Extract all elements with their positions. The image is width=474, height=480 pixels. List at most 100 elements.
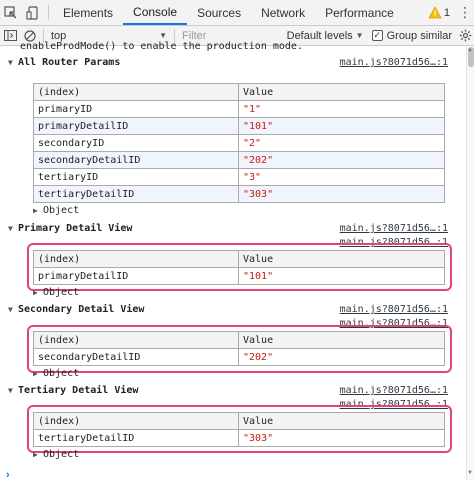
- tab-label: Sources: [197, 5, 242, 20]
- inspect-element-icon[interactable]: [0, 0, 22, 26]
- table-row: primaryDetailID "101": [33, 267, 445, 285]
- row-value: "202": [238, 348, 445, 366]
- row-index: primaryID: [33, 100, 239, 118]
- table-row: primaryID "1": [33, 100, 445, 118]
- chevron-down-icon: ▼: [355, 31, 364, 40]
- group-similar-toggle[interactable]: ✓ Group similar: [371, 29, 452, 42]
- group-title: Secondary Detail View: [18, 304, 145, 315]
- table-row: primaryDetailID "101": [33, 117, 445, 135]
- table-row: tertiaryID "3": [33, 168, 445, 186]
- tab-label: Performance: [325, 5, 394, 20]
- devtools-tabbar: Elements Console Sources Network Perform…: [0, 0, 474, 26]
- tab-sources[interactable]: Sources: [187, 0, 251, 25]
- row-value: "101": [238, 117, 445, 135]
- tab-label: Network: [261, 5, 306, 20]
- source-link[interactable]: main.js?8071d56…:1: [340, 223, 448, 234]
- context-selector[interactable]: top ▼: [47, 30, 171, 42]
- column-header-index[interactable]: (index): [33, 250, 239, 268]
- console-sidebar-icon[interactable]: [0, 26, 20, 46]
- column-header-value[interactable]: Value: [238, 83, 445, 101]
- tab-label: Console: [133, 4, 178, 19]
- console-table: (index) Value primaryDetailID "101": [33, 250, 445, 285]
- log-levels-dropdown[interactable]: Default levels ▼: [287, 30, 364, 42]
- device-toolbar-icon[interactable]: [22, 0, 44, 26]
- tab-performance[interactable]: Performance: [315, 0, 404, 25]
- expand-triangle-icon[interactable]: ▼: [8, 58, 18, 67]
- object-expander[interactable]: ▶ Object: [33, 449, 474, 460]
- expand-triangle-icon[interactable]: ▶: [33, 450, 43, 459]
- column-header-value[interactable]: Value: [238, 250, 445, 268]
- expand-triangle-icon[interactable]: ▶: [33, 369, 43, 378]
- table-header-row: (index) Value: [33, 250, 445, 268]
- column-header-value[interactable]: Value: [238, 331, 445, 349]
- tab-label: Elements: [63, 5, 114, 20]
- expand-triangle-icon[interactable]: ▼: [8, 305, 18, 314]
- scroll-up-arrow-icon[interactable]: ▲: [467, 47, 473, 53]
- expand-triangle-icon[interactable]: ▼: [8, 386, 18, 395]
- expand-triangle-icon[interactable]: ▶: [33, 288, 43, 297]
- row-value: "2": [238, 134, 445, 152]
- row-value: "303": [238, 185, 445, 203]
- group-title: Primary Detail View: [18, 223, 133, 234]
- object-expander[interactable]: ▶ Object: [33, 205, 474, 216]
- object-label: Object: [43, 287, 80, 298]
- row-value: "202": [238, 151, 445, 169]
- column-header-index[interactable]: (index): [33, 331, 239, 349]
- console-prompt[interactable]: ›: [6, 469, 10, 480]
- row-index: tertiaryDetailID: [33, 429, 239, 447]
- context-value: top: [51, 29, 67, 42]
- table-row: secondaryDetailID "202": [33, 348, 445, 366]
- warning-counter[interactable]: 1: [422, 0, 456, 25]
- column-header-index[interactable]: (index): [33, 412, 239, 430]
- object-expander[interactable]: ▶ Object: [33, 287, 474, 298]
- row-index: tertiaryID: [33, 168, 239, 186]
- row-value: "1": [238, 100, 445, 118]
- console-table: (index) Value secondaryDetailID "202": [33, 331, 445, 366]
- tabbar-spacer: [404, 0, 422, 25]
- source-link[interactable]: main.js?8071d56…:1: [340, 304, 448, 315]
- source-link[interactable]: main.js?8071d56…:1: [340, 385, 448, 396]
- group-title: All Router Params: [18, 57, 121, 68]
- table-header-row: (index) Value: [33, 331, 445, 349]
- column-header-index[interactable]: (index): [33, 83, 239, 101]
- row-index: secondaryDetailID: [33, 348, 239, 366]
- table-header-row: (index) Value: [33, 83, 445, 101]
- vertical-scrollbar[interactable]: [466, 47, 474, 480]
- row-value: "101": [238, 267, 445, 285]
- console-table: (index) Value primaryID "1" primaryDetail…: [33, 83, 445, 203]
- scroll-down-arrow-icon[interactable]: ▼: [467, 470, 473, 476]
- row-value: "303": [238, 429, 445, 447]
- checkbox-checked-icon[interactable]: ✓: [371, 30, 383, 41]
- row-index: secondaryDetailID: [33, 151, 239, 169]
- tab-console[interactable]: Console: [123, 0, 188, 25]
- table-header-row: (index) Value: [33, 412, 445, 430]
- expand-triangle-icon[interactable]: ▶: [33, 206, 43, 215]
- table-row: secondaryID "2": [33, 134, 445, 152]
- levels-label: Default levels: [286, 29, 353, 42]
- console-message: enableProdMode() to enable the productio…: [20, 41, 303, 52]
- chevron-down-icon: ▼: [159, 31, 167, 40]
- group-similar-label: Group similar: [386, 29, 452, 42]
- object-expander[interactable]: ▶ Object: [33, 368, 474, 379]
- more-options-icon[interactable]: ⋮: [456, 0, 474, 25]
- tab-elements[interactable]: Elements: [53, 0, 123, 25]
- tab-network[interactable]: Network: [251, 0, 315, 25]
- row-index: secondaryID: [33, 134, 239, 152]
- table-row: secondaryDetailID "202": [33, 151, 445, 169]
- row-index: primaryDetailID: [33, 267, 239, 285]
- filter-input[interactable]: Filter: [178, 30, 278, 42]
- warning-icon: [428, 6, 442, 19]
- row-value: "3": [238, 168, 445, 186]
- table-row: tertiaryDetailID "303": [33, 185, 445, 203]
- warning-count: 1: [443, 6, 450, 19]
- object-label: Object: [43, 449, 80, 460]
- console-table: (index) Value tertiaryDetailID "303": [33, 412, 445, 447]
- table-row: tertiaryDetailID "303": [33, 429, 445, 447]
- expand-triangle-icon[interactable]: ▼: [8, 224, 18, 233]
- row-index: primaryDetailID: [33, 117, 239, 135]
- object-label: Object: [43, 368, 80, 379]
- column-header-value[interactable]: Value: [238, 412, 445, 430]
- tabbar-divider: [48, 5, 49, 20]
- source-link[interactable]: main.js?8071d56…:1: [340, 57, 448, 68]
- row-index: tertiaryDetailID: [33, 185, 239, 203]
